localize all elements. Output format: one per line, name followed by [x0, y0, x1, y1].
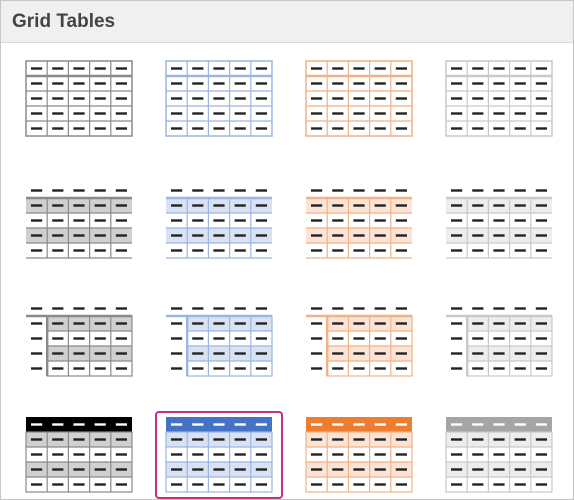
- table-style-grid-table-header-orange[interactable]: [295, 411, 423, 499]
- table-style-thumbnail: [165, 417, 273, 493]
- table-style-grid-table-first-column-blue[interactable]: [155, 295, 283, 383]
- table-style-thumbnail: [305, 60, 413, 137]
- table-style-grid-table-first-column-orange[interactable]: [295, 295, 423, 383]
- grid-tables-panel: Grid Tables: [0, 0, 574, 500]
- table-style-grid-table-light-black[interactable]: [15, 55, 143, 143]
- table-style-grid-table-header-blue[interactable]: [155, 411, 283, 499]
- table-style-thumbnail: [26, 307, 133, 377]
- table-style-thumbnail: [445, 60, 553, 137]
- table-style-thumbnail: [166, 307, 273, 377]
- table-style-thumbnail: [445, 417, 553, 493]
- table-style-thumbnail: [165, 60, 273, 137]
- table-style-grid-table-first-column-black[interactable]: [15, 295, 143, 383]
- table-style-grid-table-light-gray[interactable]: [435, 55, 563, 143]
- table-style-grid-table-banded-gray[interactable]: [435, 177, 563, 265]
- table-style-thumbnail: [306, 189, 412, 259]
- table-style-thumbnail: [166, 189, 272, 259]
- table-style-grid-table-light-blue[interactable]: [155, 55, 283, 143]
- table-style-thumbnail: [446, 307, 553, 377]
- table-style-thumbnail: [26, 189, 132, 259]
- table-style-grid-table-header-gray[interactable]: [435, 411, 563, 499]
- section-title: Grid Tables: [12, 10, 116, 32]
- table-style-grid-table-light-orange[interactable]: [295, 55, 423, 143]
- table-style-grid-table-first-column-gray[interactable]: [435, 295, 563, 383]
- section-header: Grid Tables: [1, 1, 573, 43]
- table-style-thumbnail: [25, 60, 133, 137]
- table-style-thumbnail: [305, 417, 413, 493]
- table-style-grid-table-banded-black[interactable]: [15, 177, 143, 265]
- table-style-thumbnail: [306, 307, 413, 377]
- table-style-thumbnail: [25, 417, 133, 493]
- table-style-grid-table-banded-orange[interactable]: [295, 177, 423, 265]
- table-style-thumbnail: [446, 189, 552, 259]
- table-style-gallery: [1, 43, 573, 499]
- table-style-grid-table-banded-blue[interactable]: [155, 177, 283, 265]
- table-style-grid-table-header-black[interactable]: [15, 411, 143, 499]
